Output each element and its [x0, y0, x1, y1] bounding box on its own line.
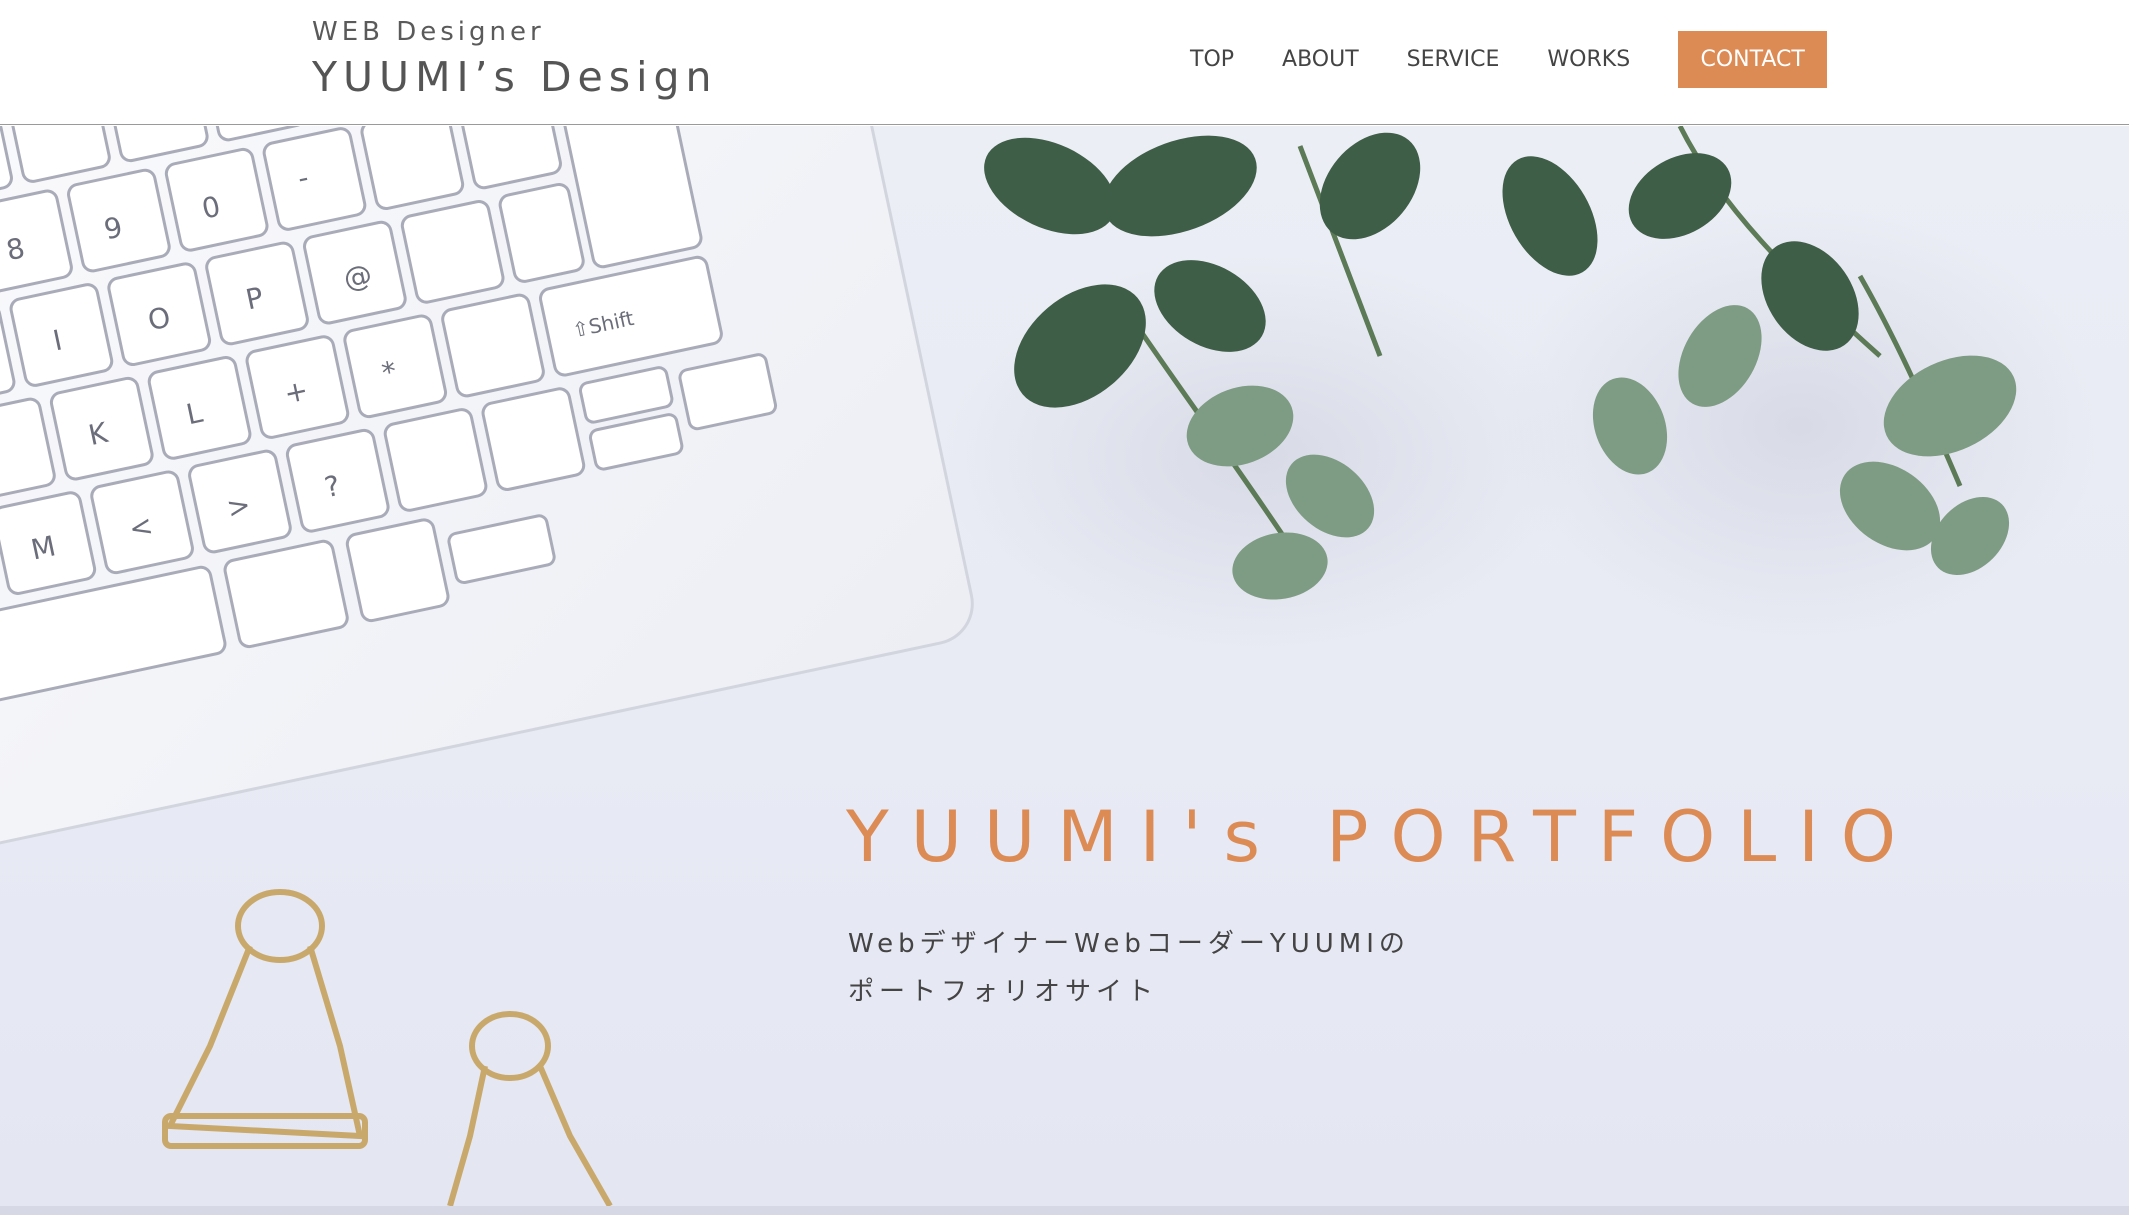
brand-title: YUUMI’s Design — [312, 53, 718, 101]
hero-description: WebデザイナーWebコーダーYUUMIの ポートフォリオサイト — [848, 920, 1410, 1016]
keyboard-image: 8 9 0 - I O P @ K L + * M < > ? J U N ⇧S… — [0, 126, 974, 854]
brand-subtitle: WEB Designer — [312, 17, 545, 47]
hero-section: 8 9 0 - I O P @ K L + * M < > ? J U N ⇧S… — [0, 126, 2129, 1206]
nav-works[interactable]: WORKS — [1547, 47, 1630, 72]
nav-service[interactable]: SERVICE — [1407, 47, 1500, 72]
hero-bottom-divider — [0, 1206, 2129, 1215]
contact-button[interactable]: CONTACT — [1678, 31, 1828, 88]
nav-top[interactable]: TOP — [1190, 47, 1234, 72]
hero-title: YUUMI's PORTFOLIO — [846, 796, 1918, 878]
hero-background-photo: 8 9 0 - I O P @ K L + * M < > ? J U N ⇧S… — [0, 126, 2100, 1206]
binder-clips-image — [162, 889, 613, 1206]
hero-description-line-2: ポートフォリオサイト — [848, 977, 1159, 1007]
nav-about[interactable]: ABOUT — [1282, 47, 1359, 72]
main-nav: TOP ABOUT SERVICE WORKS CONTACT — [1190, 31, 1828, 88]
hero-description-line-1: WebデザイナーWebコーダーYUUMIの — [848, 929, 1410, 959]
site-logo[interactable]: WEB Designer YUUMI’s Design — [312, 14, 718, 102]
site-header: WEB Designer YUUMI’s Design TOP ABOUT SE… — [0, 0, 2129, 125]
